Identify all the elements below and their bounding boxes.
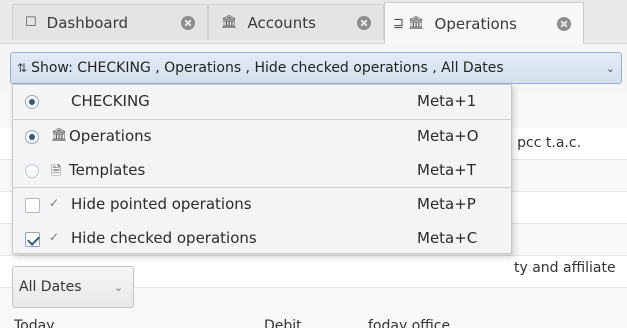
operations-icon: ⊒ 🏛 xyxy=(393,16,425,31)
menu-item-shortcut: Meta+T xyxy=(417,161,476,179)
tab-label: Dashboard xyxy=(46,13,129,32)
check-icon: ✓ xyxy=(49,230,60,244)
menu-item-hide-checked[interactable]: ✓ Hide checked operations Meta+C xyxy=(13,222,511,256)
menu-item-operations[interactable]: 🏛 Operations Meta+O xyxy=(13,120,511,154)
menu-item-shortcut: Meta+O xyxy=(417,127,479,145)
menu-item-label: Hide checked operations xyxy=(71,229,257,247)
bank-icon: 🏛 xyxy=(51,128,68,143)
close-icon[interactable] xyxy=(181,15,195,30)
tab-dashboard[interactable]: ☐ Dashboard xyxy=(12,4,208,40)
radio-icon[interactable] xyxy=(25,95,39,109)
radio-icon[interactable] xyxy=(25,164,39,178)
chevron-down-icon: ⌄ xyxy=(605,62,615,75)
menu-item-shortcut: Meta+P xyxy=(417,195,476,213)
document-icon: 🗎 xyxy=(51,164,62,179)
table-cell: Debit xyxy=(264,318,302,328)
filter-text: Show: CHECKING , Operations , Hide check… xyxy=(31,60,504,76)
tab-label: Operations xyxy=(434,14,517,33)
radio-icon[interactable] xyxy=(25,130,39,144)
filter-icon: ⇅ xyxy=(17,61,28,75)
menu-item-label: Templates xyxy=(69,161,146,179)
date-filter-combo[interactable]: All Dates ⌄ xyxy=(12,266,134,308)
menu-item-label: Hide pointed operations xyxy=(71,195,252,213)
table-cell: foday office xyxy=(368,318,451,328)
filter-combo[interactable]: ⇅ Show: CHECKING , Operations , Hide che… xyxy=(10,52,622,84)
menu-item-label: CHECKING xyxy=(71,92,150,110)
menu-item-hide-pointed[interactable]: ✓ Hide pointed operations Meta+P xyxy=(13,188,511,222)
menu-item-templates[interactable]: 🗎 Templates Meta+T xyxy=(13,154,511,188)
tab-accounts[interactable]: 🏛 Accounts xyxy=(208,4,384,40)
checkbox[interactable] xyxy=(25,198,40,213)
checkbox[interactable] xyxy=(25,232,40,247)
bank-icon: 🏛 xyxy=(221,15,238,30)
menu-item-shortcut: Meta+1 xyxy=(417,92,477,110)
menu-item-shortcut: Meta+C xyxy=(417,229,478,247)
tab-label: Accounts xyxy=(247,13,316,32)
table-cell: : pcc t.a.c. xyxy=(508,135,582,151)
menu-item-label: Operations xyxy=(69,127,152,145)
table-cell: ty and affiliate xyxy=(514,260,616,276)
close-icon[interactable] xyxy=(557,16,571,31)
table-cell: Today xyxy=(14,318,55,328)
close-icon[interactable] xyxy=(357,15,371,30)
check-icon: ✓ xyxy=(49,196,60,210)
date-filter-value: All Dates xyxy=(19,279,82,295)
menu-item-checking[interactable]: CHECKING Meta+1 xyxy=(13,85,511,119)
tab-operations[interactable]: ⊒ 🏛 Operations xyxy=(384,2,584,44)
chevron-down-icon: ⌄ xyxy=(113,281,123,294)
tab-bar: ☐ Dashboard 🏛 Accounts ⊒ 🏛 Operations xyxy=(0,0,627,44)
dashboard-icon: ☐ xyxy=(25,15,37,30)
filter-menu: CHECKING Meta+1 🏛 Operations Meta+O 🗎 Te… xyxy=(12,84,512,254)
